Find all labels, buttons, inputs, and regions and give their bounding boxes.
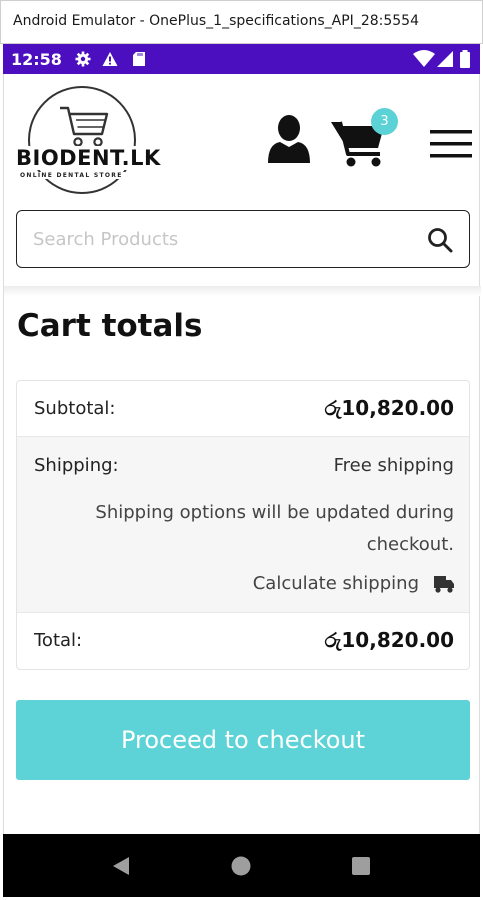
wifi-icon (413, 50, 435, 67)
sd-card-icon (133, 52, 145, 66)
gear-icon (75, 51, 91, 67)
user-icon[interactable] (267, 114, 311, 164)
logo-name: BIODENT.LK (14, 146, 163, 170)
shipping-label: Shipping: (34, 455, 119, 476)
search-icon[interactable] (427, 227, 453, 253)
recents-icon[interactable] (349, 854, 373, 878)
warning-icon (102, 52, 118, 66)
subtotal-value: රු10,820.00 (324, 396, 454, 420)
total-row: Total: රු10,820.00 (17, 613, 469, 669)
back-icon[interactable] (109, 854, 133, 878)
logo-tagline: ONLINE DENTAL STORE (18, 172, 125, 179)
calculate-shipping-link[interactable]: Calculate shipping (253, 573, 419, 594)
subtotal-row: Subtotal: රු10,820.00 (17, 381, 469, 437)
subtotal-label: Subtotal: (34, 398, 116, 419)
page-title: Cart totals (17, 308, 203, 344)
emulator-title-bar: Android Emulator - OnePlus_1_specificati… (0, 0, 483, 44)
total-label: Total: (34, 630, 83, 651)
android-nav-bar (3, 834, 480, 897)
app-screen: BIODENT.LK ONLINE DENTAL STORE 3 Cart to… (3, 74, 481, 834)
window-title: Android Emulator - OnePlus_1_specificati… (13, 13, 419, 29)
search-input[interactable] (33, 223, 413, 255)
shipping-value: Free shipping (333, 455, 454, 476)
battery-icon (460, 50, 470, 68)
search-bar (16, 210, 470, 268)
home-icon[interactable] (229, 854, 253, 878)
truck-icon[interactable] (433, 574, 455, 594)
cart-totals-table: Subtotal: රු10,820.00 Shipping: Free shi… (16, 380, 470, 670)
shipping-row: Shipping: Free shipping Shipping options… (17, 437, 469, 613)
cart-count-badge: 3 (371, 108, 398, 135)
proceed-to-checkout-button[interactable]: Proceed to checkout (16, 700, 470, 780)
header-divider (4, 286, 481, 296)
hamburger-menu-icon[interactable] (430, 130, 472, 158)
shipping-note: Shipping options will be updated during … (95, 502, 454, 555)
status-bar: 12:58 (3, 44, 480, 74)
total-value: රු10,820.00 (324, 628, 454, 652)
status-time: 12:58 (11, 50, 62, 69)
site-logo[interactable]: BIODENT.LK ONLINE DENTAL STORE (14, 86, 163, 198)
signal-icon (437, 51, 453, 67)
logo-cart-icon (60, 106, 109, 147)
